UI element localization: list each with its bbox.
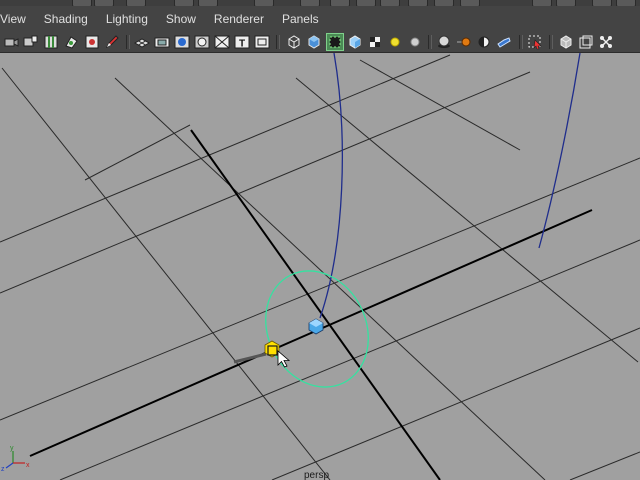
use-all-lights-icon[interactable] (387, 34, 403, 50)
view-axis-indicator: x y z (1, 445, 30, 473)
xray-active-components-icon[interactable] (578, 34, 594, 50)
xray-joints-icon[interactable] (558, 34, 574, 50)
bookmarks-icon[interactable] (43, 34, 59, 50)
ik-handle-start[interactable] (308, 318, 324, 335)
wireframe-icon[interactable] (286, 34, 302, 50)
gate-mask-icon[interactable] (194, 34, 210, 50)
svg-text:x: x (26, 462, 30, 469)
image-plane-icon[interactable] (63, 34, 79, 50)
perspective-viewport[interactable]: x y z persp (0, 53, 640, 480)
menu-lighting[interactable]: Lighting (97, 6, 157, 32)
safe-action-icon[interactable] (254, 34, 270, 50)
menu-shading[interactable]: Shading (35, 6, 97, 32)
screen-space-ao-icon[interactable] (436, 34, 452, 50)
film-gate-icon[interactable] (154, 34, 170, 50)
xray-icon[interactable] (347, 34, 363, 50)
textured-icon[interactable] (367, 34, 383, 50)
ui-toggle-icon[interactable] (598, 34, 614, 50)
safe-title-icon[interactable]: T (234, 34, 250, 50)
select-camera-icon[interactable] (3, 34, 19, 50)
wireframe-on-shaded-icon[interactable] (326, 33, 344, 51)
isolate-select-icon[interactable] (527, 34, 543, 50)
menu-panels[interactable]: Panels (273, 6, 328, 32)
mouse-cursor-icon (277, 350, 291, 368)
svg-text:z: z (1, 466, 5, 473)
menu-show[interactable]: Show (157, 6, 205, 32)
ground-grid (0, 54, 640, 480)
shadows-icon[interactable] (407, 34, 423, 50)
resolution-gate-icon[interactable] (174, 34, 190, 50)
smooth-shade-icon[interactable] (306, 34, 322, 50)
svg-text:T: T (239, 39, 245, 50)
panel-toolbar: T (0, 32, 640, 53)
motion-blur-icon[interactable] (456, 34, 472, 50)
menu-view[interactable]: View (0, 6, 35, 32)
svg-text:y: y (10, 445, 14, 452)
panel-menubar: View Shading Lighting Show Renderer Pane… (0, 6, 640, 32)
grid-icon[interactable] (134, 34, 150, 50)
grease-pencil-icon[interactable] (104, 34, 120, 50)
world-axes (29, 129, 593, 480)
viewport-scene[interactable]: x y z (0, 53, 640, 480)
menu-renderer[interactable]: Renderer (205, 6, 273, 32)
joint-handle-selected[interactable] (233, 340, 280, 364)
multisample-aa-icon[interactable] (476, 34, 492, 50)
field-chart-icon[interactable] (214, 34, 230, 50)
depth-of-field-icon[interactable] (496, 34, 512, 50)
camera-attributes-icon[interactable] (22, 34, 38, 50)
2d-pan-zoom-icon[interactable] (84, 34, 100, 50)
camera-label: persp (304, 470, 330, 480)
